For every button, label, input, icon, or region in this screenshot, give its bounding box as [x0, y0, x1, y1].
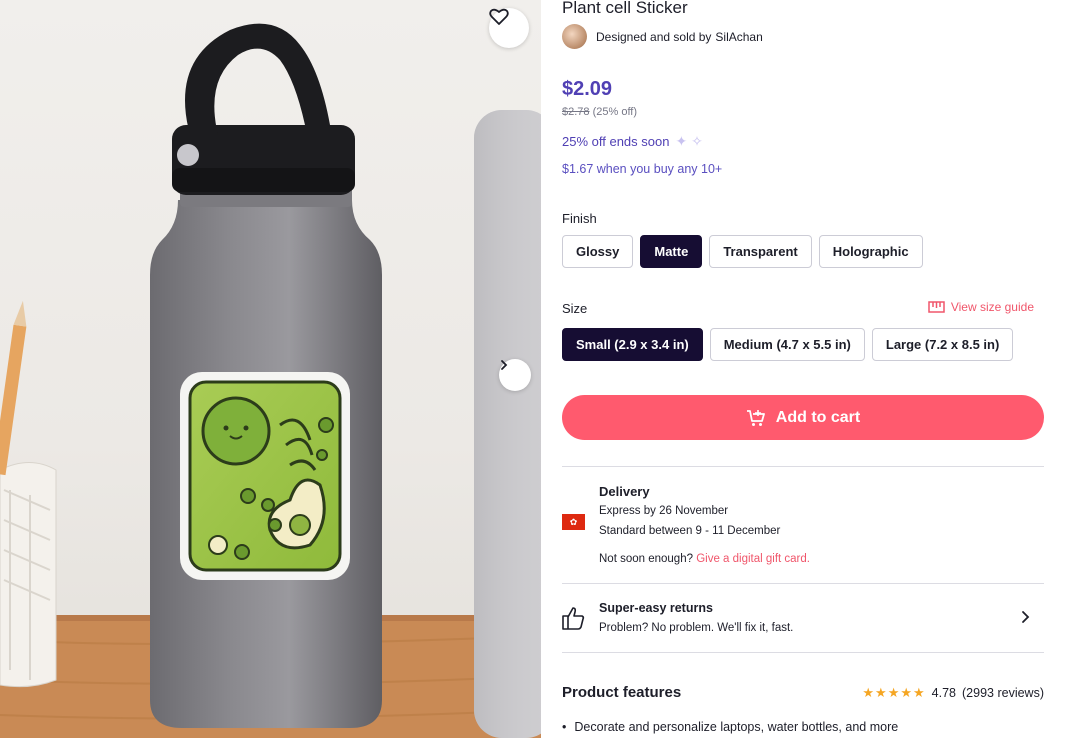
product-photo: [0, 23, 541, 738]
hk-flag-icon: ✿: [562, 514, 585, 530]
avatar[interactable]: [562, 24, 587, 49]
product-features-title: Product features: [562, 684, 682, 701]
seller-prefix: Designed and sold by: [596, 29, 712, 44]
heart-icon: [489, 8, 509, 25]
delivery-express: Express by 26 November: [599, 505, 729, 517]
promo-label: 25% off ends soon: [562, 134, 670, 149]
size-option-large[interactable]: Large (7.2 x 8.5 in): [871, 328, 1014, 361]
favorite-button[interactable]: [489, 8, 529, 48]
cart-icon: [746, 409, 765, 426]
promo-text: 25% off ends soon ✦ ✧: [562, 133, 703, 150]
bulk-discount-text: $1.67 when you buy any 10+: [562, 162, 723, 176]
returns-subtitle: Problem? No problem. We'll fix it, fast.: [599, 622, 794, 634]
original-price: $2.78 (25% off): [562, 106, 637, 118]
divider: [562, 583, 1044, 584]
delivery-title: Delivery: [599, 484, 650, 499]
finish-option-glossy[interactable]: Glossy: [562, 235, 634, 268]
seller-name-link[interactable]: SilAchan: [715, 30, 762, 44]
chevron-right-icon: [1022, 611, 1030, 623]
thumbs-up-icon: [562, 607, 585, 630]
size-option-small[interactable]: Small (2.9 x 3.4 in): [562, 328, 703, 361]
size-option-medium[interactable]: Medium (4.7 x 5.5 in): [709, 328, 865, 361]
delivery-standard: Standard between 9 - 11 December: [599, 525, 781, 537]
add-to-cart-button[interactable]: Add to cart: [562, 395, 1044, 440]
not-soon-text: Not soon enough?: [599, 553, 693, 565]
ruler-icon: [928, 301, 945, 313]
chevron-right-icon: [501, 360, 508, 370]
review-count: (2993 reviews): [962, 686, 1044, 700]
next-image-button[interactable]: [499, 359, 531, 391]
size-options: Small (2.9 x 3.4 in) Medium (4.7 x 5.5 i…: [562, 328, 1014, 361]
add-to-cart-label: Add to cart: [775, 408, 861, 426]
finish-options: Glossy Matte Transparent Holographic: [562, 235, 923, 268]
rating-value: 4.78: [931, 686, 957, 700]
finish-option-holographic[interactable]: Holographic: [818, 235, 923, 268]
gift-card-link[interactable]: Give a digital gift card.: [696, 553, 810, 565]
star-icon: ★★★★★: [862, 685, 926, 700]
finish-option-matte[interactable]: Matte: [640, 235, 703, 268]
size-guide-link[interactable]: View size guide: [928, 300, 1034, 314]
size-guide-label: View size guide: [950, 300, 1034, 314]
finish-label: Finish: [562, 211, 597, 226]
old-price: $2.78: [562, 106, 590, 118]
divider: [562, 652, 1044, 653]
product-title: Plant cell Sticker: [562, 0, 688, 17]
finish-option-transparent[interactable]: Transparent: [709, 235, 812, 268]
size-label: Size: [562, 301, 588, 316]
returns-expand-button[interactable]: [1020, 610, 1030, 629]
current-price: $2.09: [562, 78, 613, 100]
product-image-gallery: [0, 0, 541, 738]
delivery-gift-text: Not soon enough? Give a digital gift car…: [599, 553, 810, 565]
sparkle-icon: ✦ ✧: [675, 133, 703, 149]
divider: [562, 466, 1044, 467]
rating-summary[interactable]: ★★★★★ 4.78 (2993 reviews): [862, 685, 1044, 701]
seller-info: Designed and sold by SilAchan: [562, 24, 763, 49]
feature-bullet: Decorate and personalize laptops, water …: [562, 720, 898, 734]
returns-title: Super-easy returns: [599, 601, 713, 615]
discount-text: (25% off): [592, 106, 638, 118]
